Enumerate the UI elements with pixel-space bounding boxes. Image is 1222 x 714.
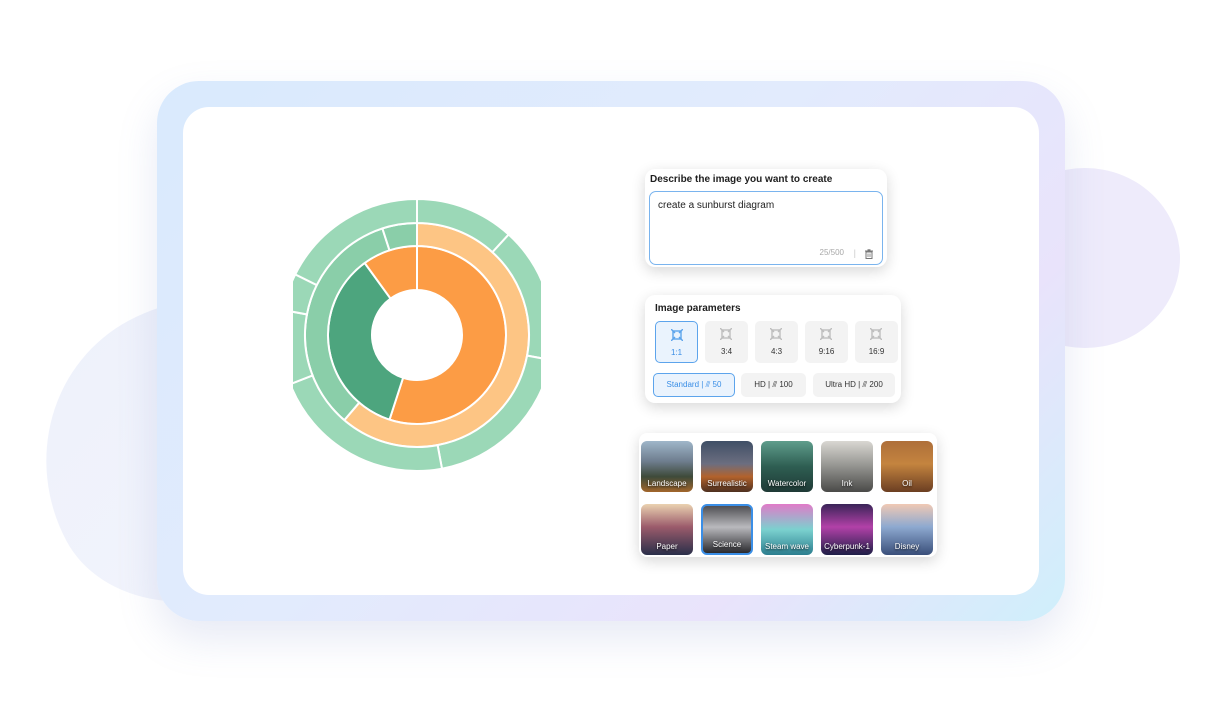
tablet-frame: Describe the image you want to create cr… bbox=[157, 81, 1065, 621]
sunburst-chart bbox=[293, 199, 541, 471]
style-tile-watercolor[interactable]: Watercolor bbox=[761, 441, 813, 492]
style-tile-label: Surrealistic bbox=[707, 479, 747, 488]
prompt-separator: | bbox=[853, 248, 856, 258]
style-tile-science[interactable]: Science bbox=[701, 504, 753, 555]
style-tile-label: Landscape bbox=[647, 479, 687, 488]
ratio-label: 3:4 bbox=[720, 347, 733, 356]
style-tile-label: Science bbox=[712, 540, 742, 549]
style-grid: Landscape Surrealistic Watercolor Ink Oil Pap… bbox=[639, 433, 937, 557]
parameters-title: Image parameters bbox=[655, 303, 741, 314]
style-tile-label: Ink bbox=[841, 479, 853, 488]
style-tile-label: Steam wave bbox=[764, 542, 810, 551]
quality-button-ultra-hd[interactable]: Ultra HD | ⫻ 200 bbox=[813, 373, 895, 397]
style-tile-landscape[interactable]: Landscape bbox=[641, 441, 693, 492]
aspect-ratio-icon bbox=[770, 328, 782, 340]
style-tile-label: Paper bbox=[656, 542, 678, 551]
trash-icon[interactable] bbox=[864, 249, 874, 259]
prompt-text[interactable]: create a sunburst diagram bbox=[658, 200, 774, 211]
aspect-ratio-icon bbox=[870, 328, 882, 340]
ratio-label: 9:16 bbox=[818, 347, 835, 356]
quality-button-hd[interactable]: HD | ⫻ 100 bbox=[741, 373, 806, 397]
ratio-button-3-4[interactable]: 3:4 bbox=[705, 321, 748, 363]
ratio-button-9-16[interactable]: 9:16 bbox=[805, 321, 848, 363]
style-tile-steam-wave[interactable]: Steam wave bbox=[761, 504, 813, 555]
aspect-ratio-icon bbox=[720, 328, 732, 340]
style-tile-label: Oil bbox=[902, 479, 912, 488]
ratio-button-16-9[interactable]: 16:9 bbox=[855, 321, 898, 363]
aspect-ratio-icon bbox=[671, 329, 683, 341]
style-tile-paper[interactable]: Paper bbox=[641, 504, 693, 555]
style-tile-ink[interactable]: Ink bbox=[821, 441, 873, 492]
style-tile-surrealistic[interactable]: Surrealistic bbox=[701, 441, 753, 492]
image-parameters-panel: Image parameters 1:1 3:4 4:3 9:16 16:9 S… bbox=[645, 295, 901, 403]
quality-button-standard[interactable]: Standard | ⫻ 50 bbox=[653, 373, 735, 397]
ratio-label: 4:3 bbox=[770, 347, 783, 356]
style-tile-label: Cyberpunk-1 bbox=[824, 542, 870, 551]
style-tile-label: Disney bbox=[894, 542, 920, 551]
prompt-panel: Describe the image you want to create cr… bbox=[645, 169, 887, 267]
ratio-button-4-3[interactable]: 4:3 bbox=[755, 321, 798, 363]
style-tile-disney[interactable]: Disney bbox=[881, 504, 933, 555]
ratio-label: 1:1 bbox=[670, 348, 683, 357]
style-tile-oil[interactable]: Oil bbox=[881, 441, 933, 492]
ratio-button-1-1[interactable]: 1:1 bbox=[655, 321, 698, 363]
ratio-label: 16:9 bbox=[868, 347, 885, 356]
style-tile-label: Watercolor bbox=[767, 479, 807, 488]
style-tile-cyberpunk-1[interactable]: Cyberpunk-1 bbox=[821, 504, 873, 555]
character-count: 25/500 bbox=[819, 248, 844, 257]
prompt-input[interactable]: create a sunburst diagram 25/500 | bbox=[649, 191, 883, 265]
aspect-ratio-icon bbox=[820, 328, 832, 340]
tablet-screen: Describe the image you want to create cr… bbox=[183, 107, 1039, 595]
prompt-title: Describe the image you want to create bbox=[650, 174, 833, 185]
